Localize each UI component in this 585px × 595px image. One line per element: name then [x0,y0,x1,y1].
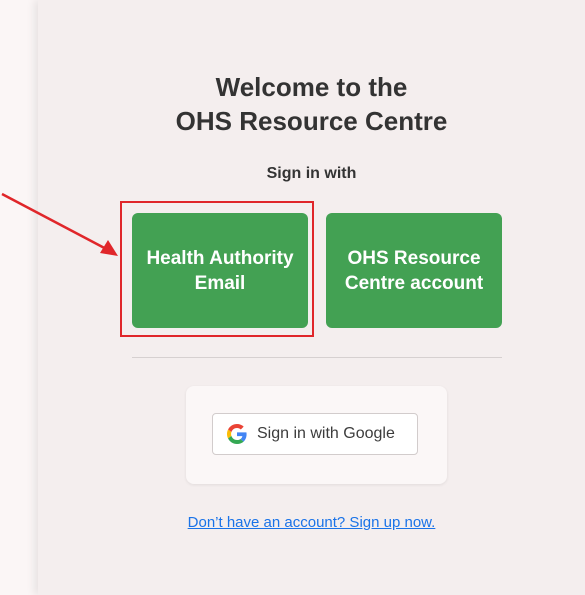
ohs-account-label-line-1: OHS Resource [347,247,481,269]
title-line-2: OHS Resource Centre [175,106,448,136]
google-sign-in-label: Sign in with Google [257,425,395,442]
divider [132,357,502,358]
title-line-1: Welcome to the [215,72,408,102]
backdrop [0,0,40,595]
sign-in-with-label: Sign in with [266,165,357,182]
ohs-account-label-line-2: Centre account [344,272,484,294]
ohs-resource-centre-account-button[interactable]: OHS Resource Centre account [326,213,502,328]
login-panel: Welcome to the OHS Resource Centre Sign … [38,0,585,595]
google-g-icon [227,424,247,444]
sign-up-link[interactable]: Don’t have an account? Sign up now. [38,514,585,531]
google-sign-in-card: Sign in with Google [186,386,447,484]
page-title: Welcome to the OHS Resource Centre [38,70,585,138]
annotation-arrow [1,192,118,256]
google-sign-in-button[interactable]: Sign in with Google [212,413,418,455]
annotation-highlight-box [120,201,314,337]
